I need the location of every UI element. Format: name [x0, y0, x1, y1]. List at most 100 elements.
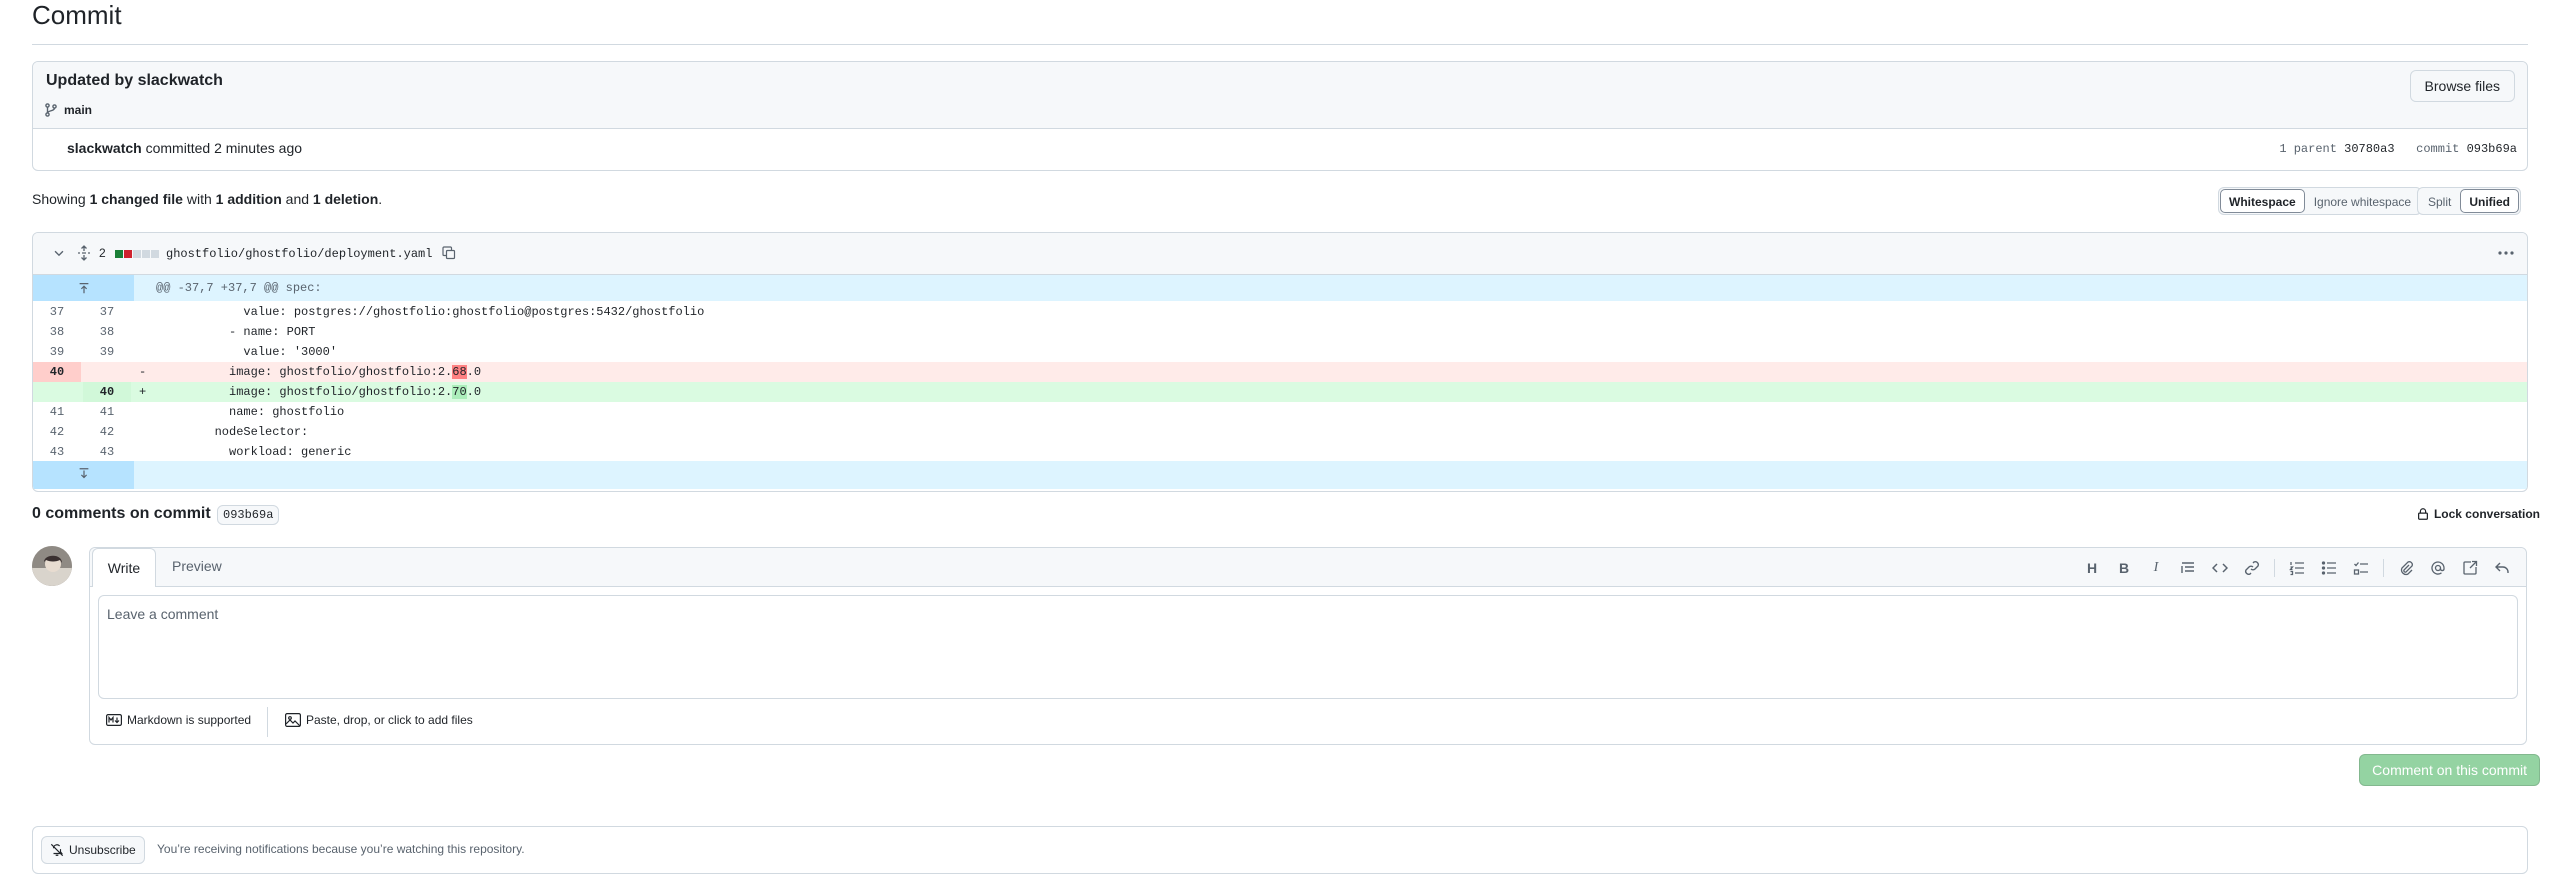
expand-down-button[interactable]	[33, 461, 134, 489]
attach-icon[interactable]	[2390, 558, 2422, 578]
ignore-whitespace-option[interactable]: Ignore whitespace	[2305, 189, 2420, 213]
markdown-note: Markdown is supported	[127, 713, 252, 727]
added-line: 40 + image: ghostfolio/ghostfolio:2.70.0	[33, 382, 2527, 402]
lock-icon	[2417, 508, 2428, 520]
bullet-list-icon[interactable]	[2313, 558, 2345, 578]
file-path-link[interactable]: ghostfolio/ghostfolio/deployment.yaml	[166, 247, 432, 261]
old-line-number[interactable]: 37	[33, 302, 81, 322]
tab-write[interactable]: Write	[92, 548, 156, 587]
lock-conversation-button[interactable]: Lock conversation	[2416, 507, 2540, 521]
diff-marker: -	[139, 365, 147, 379]
comment-form: Write Preview H B I Leave a comment Mark…	[89, 547, 2527, 745]
changed-word-highlight: 70	[452, 385, 467, 399]
copy-icon[interactable]	[441, 245, 457, 261]
code-icon[interactable]	[2204, 558, 2236, 578]
branch-link[interactable]: main	[64, 103, 92, 117]
summary-with: with	[186, 191, 212, 207]
code-text: nodeSelector:	[157, 425, 309, 439]
unsubscribe-label: Unsubscribe	[69, 843, 136, 857]
attach-note: Paste, drop, or click to add files	[306, 713, 473, 727]
browse-files-button[interactable]: Browse files	[2409, 70, 2515, 102]
toolbar-divider	[2274, 559, 2275, 577]
lock-conversation-label: Lock conversation	[2433, 507, 2540, 521]
markdown-supported-link[interactable]: Markdown is supported	[106, 713, 251, 727]
commit-message: Updated by slackwatch	[46, 72, 223, 89]
task-list-icon[interactable]	[2345, 558, 2377, 578]
commit-sha: 093b69a	[2466, 142, 2517, 156]
footer-divider	[267, 707, 268, 737]
reference-icon[interactable]	[2454, 558, 2486, 578]
whitespace-option[interactable]: Whitespace	[2220, 189, 2305, 213]
new-line-number[interactable]: 43	[83, 442, 131, 462]
code-content: image: ghostfolio/ghostfolio:2.70.0	[157, 382, 481, 402]
unsubscribe-button[interactable]: Unsubscribe	[41, 836, 145, 864]
comments-commit-sha: 093b69a	[217, 505, 280, 525]
kebab-horizontal-icon[interactable]	[2497, 245, 2515, 261]
code-content: - name: PORT	[157, 322, 315, 342]
new-line-number[interactable]: 37	[83, 302, 131, 322]
summary-additions: 1 addition	[215, 191, 282, 207]
numbered-list-icon[interactable]	[2281, 558, 2313, 578]
chevron-down-icon[interactable]	[52, 246, 66, 260]
author-link[interactable]: slackwatch	[67, 140, 142, 156]
commit-refs: 1 parent 30780a3 commit 093b69a	[2279, 142, 2517, 156]
old-line-number[interactable]: 41	[33, 402, 81, 422]
code-content: value: '3000'	[157, 342, 337, 362]
new-line-number[interactable]: 38	[83, 322, 131, 342]
code-content: name: ghostfolio	[157, 402, 344, 422]
split-option[interactable]: Split	[2419, 189, 2460, 213]
new-line-number[interactable]: 40	[83, 382, 131, 402]
new-line-number[interactable]: 42	[83, 422, 131, 442]
context-line: 37 37 value: postgres://ghostfolio:ghostf…	[33, 302, 2527, 322]
saved-reply-icon[interactable]	[2486, 558, 2518, 578]
italic-icon[interactable]: I	[2140, 558, 2172, 578]
link-icon[interactable]	[2236, 558, 2268, 578]
git-branch-icon	[45, 103, 57, 117]
comment-textarea[interactable]: Leave a comment	[98, 595, 2518, 699]
old-line-number[interactable]: 38	[33, 322, 81, 342]
user-avatar[interactable]	[32, 546, 72, 586]
heading-icon[interactable]: H	[2076, 558, 2108, 578]
bold-icon[interactable]: B	[2108, 558, 2140, 578]
view-mode-toggle: Split Unified	[2417, 187, 2522, 215]
old-line-number[interactable]: 42	[33, 422, 81, 442]
diff-marker: +	[139, 385, 147, 399]
old-line-number[interactable]: 43	[33, 442, 81, 462]
hunk-header-row: @@ -37,7 +37,7 @@ spec:	[33, 275, 2527, 301]
summary-suffix: .	[378, 191, 383, 207]
summary-changed-files[interactable]: 1 changed file	[90, 191, 183, 207]
code-content: value: postgres://ghostfolio:ghostfolio@…	[157, 302, 704, 322]
file-diff: 2 ghostfolio/ghostfolio/deployment.yaml …	[32, 232, 2528, 492]
context-line: 43 43 workload: generic	[33, 442, 2527, 462]
code-content: nodeSelector:	[157, 422, 309, 442]
context-line: 38 38 - name: PORT	[33, 322, 2527, 342]
comment-tabs-bar: Write Preview H B I	[90, 548, 2526, 587]
code-text: workload: generic	[157, 445, 352, 459]
file-header: 2 ghostfolio/ghostfolio/deployment.yaml	[33, 233, 2527, 275]
toolbar-divider	[2383, 559, 2384, 577]
code-text: value: postgres://ghostfolio:ghostfolio@…	[157, 305, 705, 319]
commit-meta: slackwatch committed 2 minutes ago	[67, 140, 302, 156]
comment-submit-button[interactable]: Comment on this commit	[2359, 754, 2540, 786]
new-line-number[interactable]: 41	[83, 402, 131, 422]
expand-up-button[interactable]	[33, 275, 134, 301]
hunk-footer-row	[33, 461, 2527, 489]
code-content: image: ghostfolio/ghostfolio:2.68.0	[157, 362, 481, 382]
bell-slash-icon	[50, 843, 64, 857]
quote-icon[interactable]	[2172, 558, 2204, 578]
tab-preview[interactable]: Preview	[172, 558, 222, 574]
code-text: image: ghostfolio/ghostfolio:2.	[157, 385, 453, 399]
attach-files-area[interactable]: Paste, drop, or click to add files	[285, 713, 473, 727]
old-line-number[interactable]: 39	[33, 342, 81, 362]
expand-up-icon	[79, 283, 89, 294]
mention-icon[interactable]	[2422, 558, 2454, 578]
commit-label: commit	[2416, 142, 2460, 156]
code-content: workload: generic	[157, 442, 351, 462]
diff-summary: Showing 1 changed file with 1 addition a…	[32, 191, 382, 207]
summary-prefix: Showing	[32, 191, 86, 207]
old-line-number[interactable]: 40	[33, 362, 81, 382]
parent-sha-link[interactable]: 30780a3	[2344, 142, 2394, 156]
new-line-number[interactable]: 39	[83, 342, 131, 362]
unified-option[interactable]: Unified	[2460, 189, 2520, 213]
unfold-icon[interactable]	[76, 245, 92, 261]
